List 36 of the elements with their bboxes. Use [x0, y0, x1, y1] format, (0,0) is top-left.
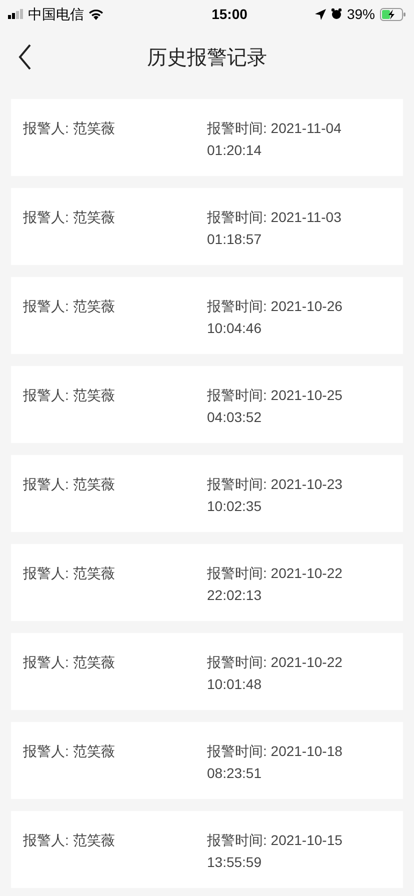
alarm-record-card[interactable]: 报警人: 范笑薇 报警时间: 2021-10-22 10:01:48	[11, 633, 403, 710]
reporter-text: 报警人: 范笑薇	[23, 208, 116, 227]
alarm-record-card[interactable]: 报警人: 范笑薇 报警时间: 2021-10-15 13:55:59	[11, 811, 403, 888]
reporter-text: 报警人: 范笑薇	[23, 119, 116, 138]
page-title: 历史报警记录	[147, 46, 267, 71]
alarm-time-text: 报警时间: 2021-10-22 22:02:13	[207, 564, 344, 605]
battery-percent: 39%	[346, 4, 375, 24]
alarm-time-text: 报警时间: 2021-10-18 08:23:51	[207, 742, 344, 783]
battery-charging-icon	[380, 8, 406, 20]
reporter-text: 报警人: 范笑薇	[23, 386, 116, 405]
signal-icon	[8, 9, 24, 19]
reporter-text: 报警人: 范笑薇	[23, 653, 116, 672]
alarm-record-card[interactable]: 报警人: 范笑薇 报警时间: 2021-10-18 08:23:51	[11, 722, 403, 799]
clock-time: 15:00	[212, 4, 248, 24]
wifi-icon	[88, 8, 104, 20]
alarm-record-card[interactable]: 报警人: 范笑薇 报警时间: 2021-10-23 10:02:35	[11, 455, 403, 532]
alarm-record-card[interactable]: 报警人: 范笑薇 报警时间: 2021-10-25 04:03:52	[11, 366, 403, 443]
alarm-time-text: 报警时间: 2021-10-15 13:55:59	[207, 831, 344, 872]
alarm-time-text: 报警时间: 2021-10-22 10:01:48	[207, 653, 344, 694]
alarm-time-text: 报警时间: 2021-10-23 10:02:35	[207, 475, 344, 516]
alarm-record-card[interactable]: 报警人: 范笑薇 报警时间: 2021-10-26 10:04:46	[11, 277, 403, 354]
alarm-time-text: 报警时间: 2021-10-25 04:03:52	[207, 386, 344, 427]
alarm-record-card[interactable]: 报警人: 范笑薇 报警时间: 2021-10-22 22:02:13	[11, 544, 403, 621]
reporter-text: 报警人: 范笑薇	[23, 831, 116, 850]
reporter-text: 报警人: 范笑薇	[23, 297, 116, 316]
alarm-record-card[interactable]: 报警人: 范笑薇 报警时间: 2021-11-03 01:18:57	[11, 188, 403, 265]
alarm-time-text: 报警时间: 2021-11-03 01:18:57	[207, 208, 342, 249]
reporter-text: 报警人: 范笑薇	[23, 564, 116, 583]
alarm-time-text: 报警时间: 2021-10-26 10:04:46	[207, 297, 344, 338]
carrier-name: 中国电信	[28, 4, 84, 24]
alarm-record-card[interactable]: 报警人: 范笑薇 报警时间: 2021-11-04 01:20:14	[11, 99, 403, 176]
reporter-text: 报警人: 范笑薇	[23, 742, 116, 761]
alarm-clock-icon	[330, 8, 342, 20]
reporter-text: 报警人: 范笑薇	[23, 475, 116, 494]
location-arrow-icon	[314, 8, 326, 20]
alarm-time-text: 报警时间: 2021-11-04 01:20:14	[207, 119, 342, 160]
